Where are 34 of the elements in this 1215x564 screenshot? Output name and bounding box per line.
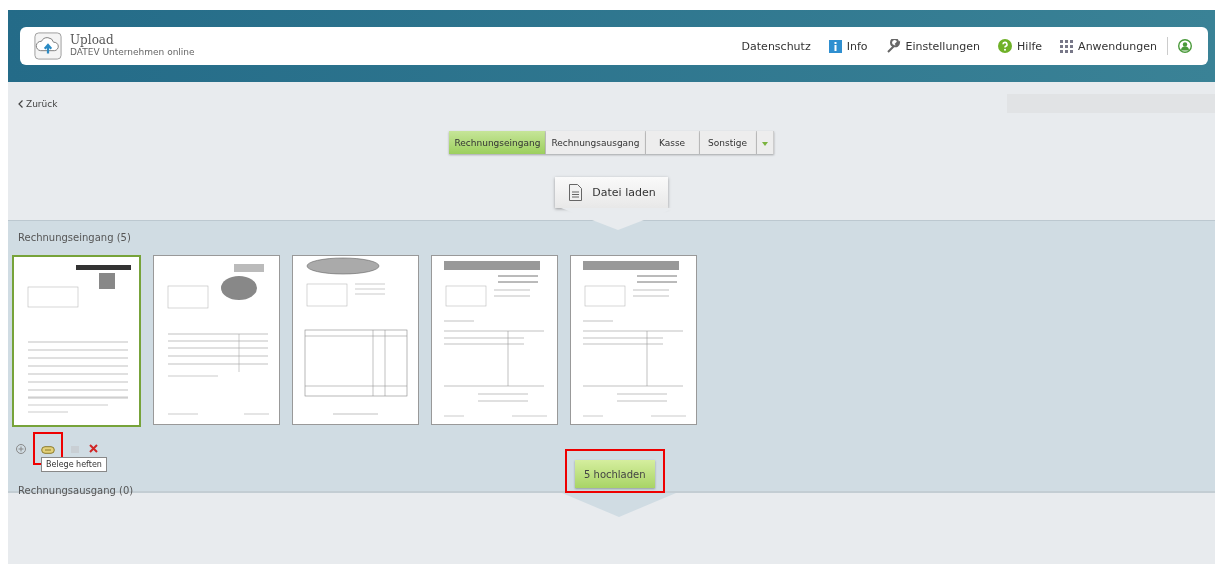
chevron-left-icon[interactable] — [18, 100, 23, 108]
back-link[interactable]: Zurück — [26, 99, 58, 109]
document-thumbnail[interactable] — [431, 255, 558, 425]
staple-icon[interactable] — [41, 446, 55, 454]
document-icon — [569, 184, 583, 201]
grid-icon — [1060, 39, 1074, 53]
document-thumbnail[interactable] — [153, 255, 280, 425]
wrench-icon — [885, 38, 901, 54]
section-title: Rechnungsausgang (0) — [18, 485, 134, 496]
info-icon — [828, 39, 842, 53]
nav-link[interactable]: Anwendungen — [1060, 39, 1157, 53]
file-button[interactable]: Datei laden — [555, 177, 668, 208]
delete-icon[interactable] — [89, 444, 98, 453]
help-icon — [998, 39, 1013, 53]
user-icon[interactable] — [1178, 39, 1192, 53]
app-subtitle: DATEV Unternehmen online — [70, 47, 195, 58]
nav-link[interactable]: Hilfe — [998, 39, 1043, 53]
section-title: Rechnungseingang (5) — [18, 232, 131, 243]
caret-icon — [761, 141, 768, 146]
cloud-upload-icon — [34, 32, 62, 60]
upload-button[interactable]: 5 hochladen — [575, 460, 655, 488]
category-tab[interactable]: Rechnungseingang — [449, 131, 547, 154]
nav-link[interactable]: Einstellungen — [885, 38, 981, 54]
nav-link[interactable]: Datenschutz — [741, 39, 811, 53]
document-thumbnail[interactable] — [570, 255, 697, 425]
nav-link[interactable]: Info — [828, 39, 868, 53]
category-tab[interactable]: Kasse — [645, 131, 700, 154]
category-tab[interactable]: Sonstige — [699, 131, 757, 154]
app-title: Upload — [70, 34, 115, 48]
document-thumbnail[interactable] — [12, 255, 141, 427]
tooltip: Belege heften — [41, 457, 107, 472]
add-icon[interactable] — [16, 443, 26, 454]
category-tab[interactable]: Rechnungsausgang — [546, 131, 646, 154]
document-thumbnail[interactable] — [292, 255, 419, 425]
